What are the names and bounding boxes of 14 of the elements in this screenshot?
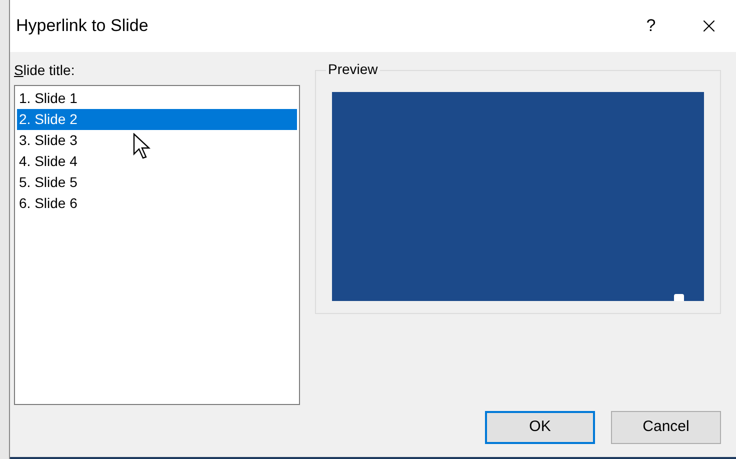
mouse-pointer-icon <box>133 133 151 161</box>
slide-list-item[interactable]: 6. Slide 6 <box>17 193 297 214</box>
help-button[interactable]: ? <box>628 6 674 46</box>
slide-list[interactable]: 1. Slide 1 2. Slide 2 3. Slide 3 4. Slide 4 5. Slide 5 6. Slide 6 <box>14 85 300 405</box>
window-title: Hyperlink to Slide <box>16 15 150 38</box>
slide-marker-icon <box>674 294 684 301</box>
slide-list-item[interactable]: 3. Slide 3 <box>17 130 297 151</box>
slide-list-item[interactable]: 4. Slide 4 <box>17 151 297 172</box>
slide-list-item[interactable]: 5. Slide 5 <box>17 172 297 193</box>
slide-list-item[interactable]: 2. Slide 2 <box>17 109 297 130</box>
cancel-button[interactable]: Cancel <box>611 411 721 444</box>
list-label: Slide title: <box>14 62 76 79</box>
ok-button[interactable]: OK <box>485 411 595 444</box>
slide-list-item[interactable]: 1. Slide 1 <box>17 88 297 109</box>
